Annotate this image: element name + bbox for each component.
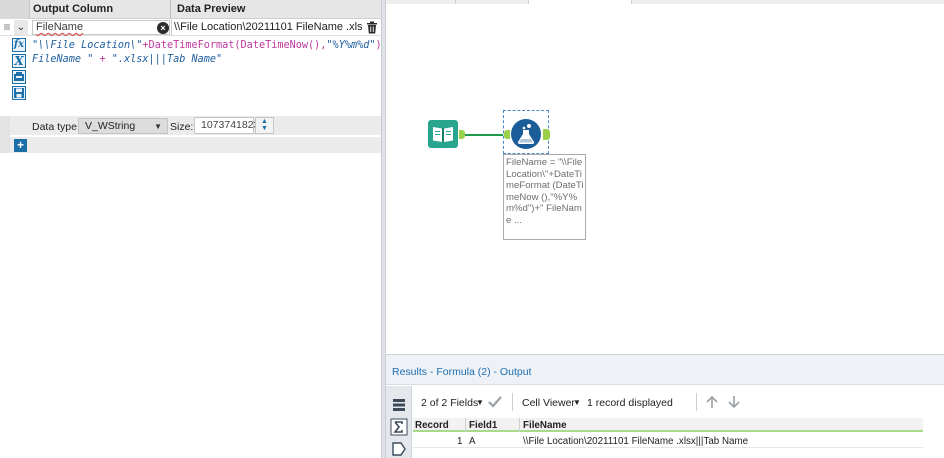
- results-window: Results - Formula (2) - Output 2 of 2 Fi…: [386, 354, 944, 458]
- formula-tool[interactable]: [511, 119, 541, 149]
- formula-string-1: "\\File Location\": [32, 40, 143, 51]
- arrow-up-icon[interactable]: [705, 395, 719, 409]
- flask-icon: [517, 124, 535, 144]
- saved-expression-icon[interactable]: [12, 70, 26, 84]
- spinner-down-icon[interactable]: ▼: [256, 125, 273, 133]
- cell-record: 1: [457, 436, 463, 447]
- add-column-button[interactable]: +: [14, 139, 27, 152]
- cell-viewer-dropdown-icon[interactable]: ▼: [573, 398, 581, 407]
- cell-field1: A: [469, 436, 476, 447]
- preview-separator: [171, 19, 172, 36]
- editor-toolbar: fx X: [10, 38, 30, 118]
- results-title: Results - Formula (2) - Output: [392, 366, 532, 378]
- size-label: Size:: [170, 121, 194, 133]
- clear-field-icon[interactable]: ×: [157, 22, 169, 34]
- cell-filename: \\File Location\20211101 FileName .xlsx|…: [523, 436, 749, 447]
- column-header-filename[interactable]: FileName: [523, 420, 567, 431]
- record-count: 1 record displayed: [587, 397, 673, 409]
- config-header-row: Output Column Data Preview: [0, 0, 381, 19]
- column-separator[interactable]: [519, 418, 520, 432]
- message-icon[interactable]: [390, 440, 408, 458]
- column-header-record[interactable]: Record: [415, 420, 449, 431]
- data-type-value: V_WString: [85, 120, 136, 132]
- variable-icon[interactable]: X: [12, 54, 26, 68]
- workflow-tab-1[interactable]: [386, 0, 456, 4]
- table-view-icon[interactable]: [390, 396, 408, 414]
- grid-header: Record Field1 FileName: [413, 418, 923, 432]
- toolbar-separator: [512, 393, 513, 411]
- caret-down-icon: ▼: [154, 122, 162, 131]
- tool-annotation: FileName = "\\File Location\"+DateTimeFo…: [503, 154, 586, 240]
- output-column-input[interactable]: FileName: [32, 20, 170, 35]
- toolbar-separator: [696, 393, 697, 411]
- data-type-label: Data type:: [32, 121, 80, 133]
- header-grip: [0, 0, 30, 19]
- data-type-row: Data type: V_WString ▼ Size: 1073741823 …: [10, 116, 381, 135]
- formula-string-2: "%Y%m%d": [326, 40, 376, 51]
- column-separator[interactable]: [465, 418, 466, 432]
- book-icon: [433, 127, 453, 142]
- arrow-down-icon[interactable]: [727, 395, 741, 409]
- drag-handle-icon[interactable]: ≡: [1, 20, 13, 35]
- workflow-canvas[interactable]: FileName = "\\File Location\"+DateTimeFo…: [386, 0, 944, 354]
- data-type-select[interactable]: V_WString ▼: [78, 118, 168, 134]
- fields-selector[interactable]: 2 of 2 Fields: [421, 397, 478, 409]
- results-title-bar: Results - Formula (2) - Output: [386, 355, 944, 385]
- data-preview-value: \\File Location\20211101 FileName .xlsx|…: [174, 21, 362, 33]
- results-toolbar: 2 of 2 Fields ▼ Cell Viewer ▼ 1 record d…: [413, 386, 944, 418]
- input-data-tool[interactable]: [428, 120, 458, 148]
- function-icon[interactable]: fx: [12, 38, 26, 52]
- table-row[interactable]: 1 A \\File Location\20211101 FileName .x…: [413, 434, 923, 448]
- chevron-down-icon[interactable]: ⌄: [14, 20, 28, 35]
- fields-dropdown-icon[interactable]: ▼: [476, 398, 484, 407]
- column-header-field1[interactable]: Field1: [469, 420, 497, 431]
- trash-icon[interactable]: [366, 21, 378, 34]
- formula-row[interactable]: ≡ ⌄ FileName × \\File Location\20211101 …: [0, 19, 381, 36]
- formula-tool-input-anchor[interactable]: [504, 130, 510, 139]
- add-column-row: +: [10, 137, 381, 153]
- tool-connection[interactable]: [465, 134, 503, 136]
- canvas-tab-strip: [386, 0, 944, 4]
- results-side-toolbar: [386, 386, 412, 458]
- cell-viewer-button[interactable]: Cell Viewer: [522, 397, 575, 409]
- results-grid[interactable]: Record Field1 FileName 1 A \\File Locati…: [413, 418, 944, 458]
- formula-config-panel: Output Column Data Preview ≡ ⌄ FileName …: [0, 0, 394, 458]
- formula-tool-output-anchor[interactable]: [543, 129, 550, 140]
- size-input[interactable]: 1073741823: [194, 117, 259, 134]
- save-icon[interactable]: [12, 86, 26, 100]
- formula-string-4: ".xlsx|||Tab Name": [105, 54, 223, 65]
- size-spinner[interactable]: ▲ ▼: [255, 117, 274, 134]
- workflow-tab-active[interactable]: [529, 0, 632, 4]
- expression-editor[interactable]: fx X "\\File Location\"+DateTimeFormat(D…: [0, 36, 394, 118]
- formula-string-3: FileName ": [32, 54, 100, 65]
- formula-function: DateTimeFormat(DateTimeNow(),: [148, 40, 327, 51]
- header-separator[interactable]: [170, 0, 171, 19]
- output-column-header: Output Column: [33, 3, 114, 15]
- tab-strip-filler: [632, 0, 944, 4]
- checkmark-icon[interactable]: [488, 396, 502, 408]
- formula-expression[interactable]: "\\File Location\"+DateTimeFormat(DateTi…: [32, 39, 394, 67]
- workflow-tab-2[interactable]: [456, 0, 529, 4]
- metadata-icon[interactable]: [390, 418, 408, 436]
- data-preview-header: Data Preview: [177, 3, 246, 15]
